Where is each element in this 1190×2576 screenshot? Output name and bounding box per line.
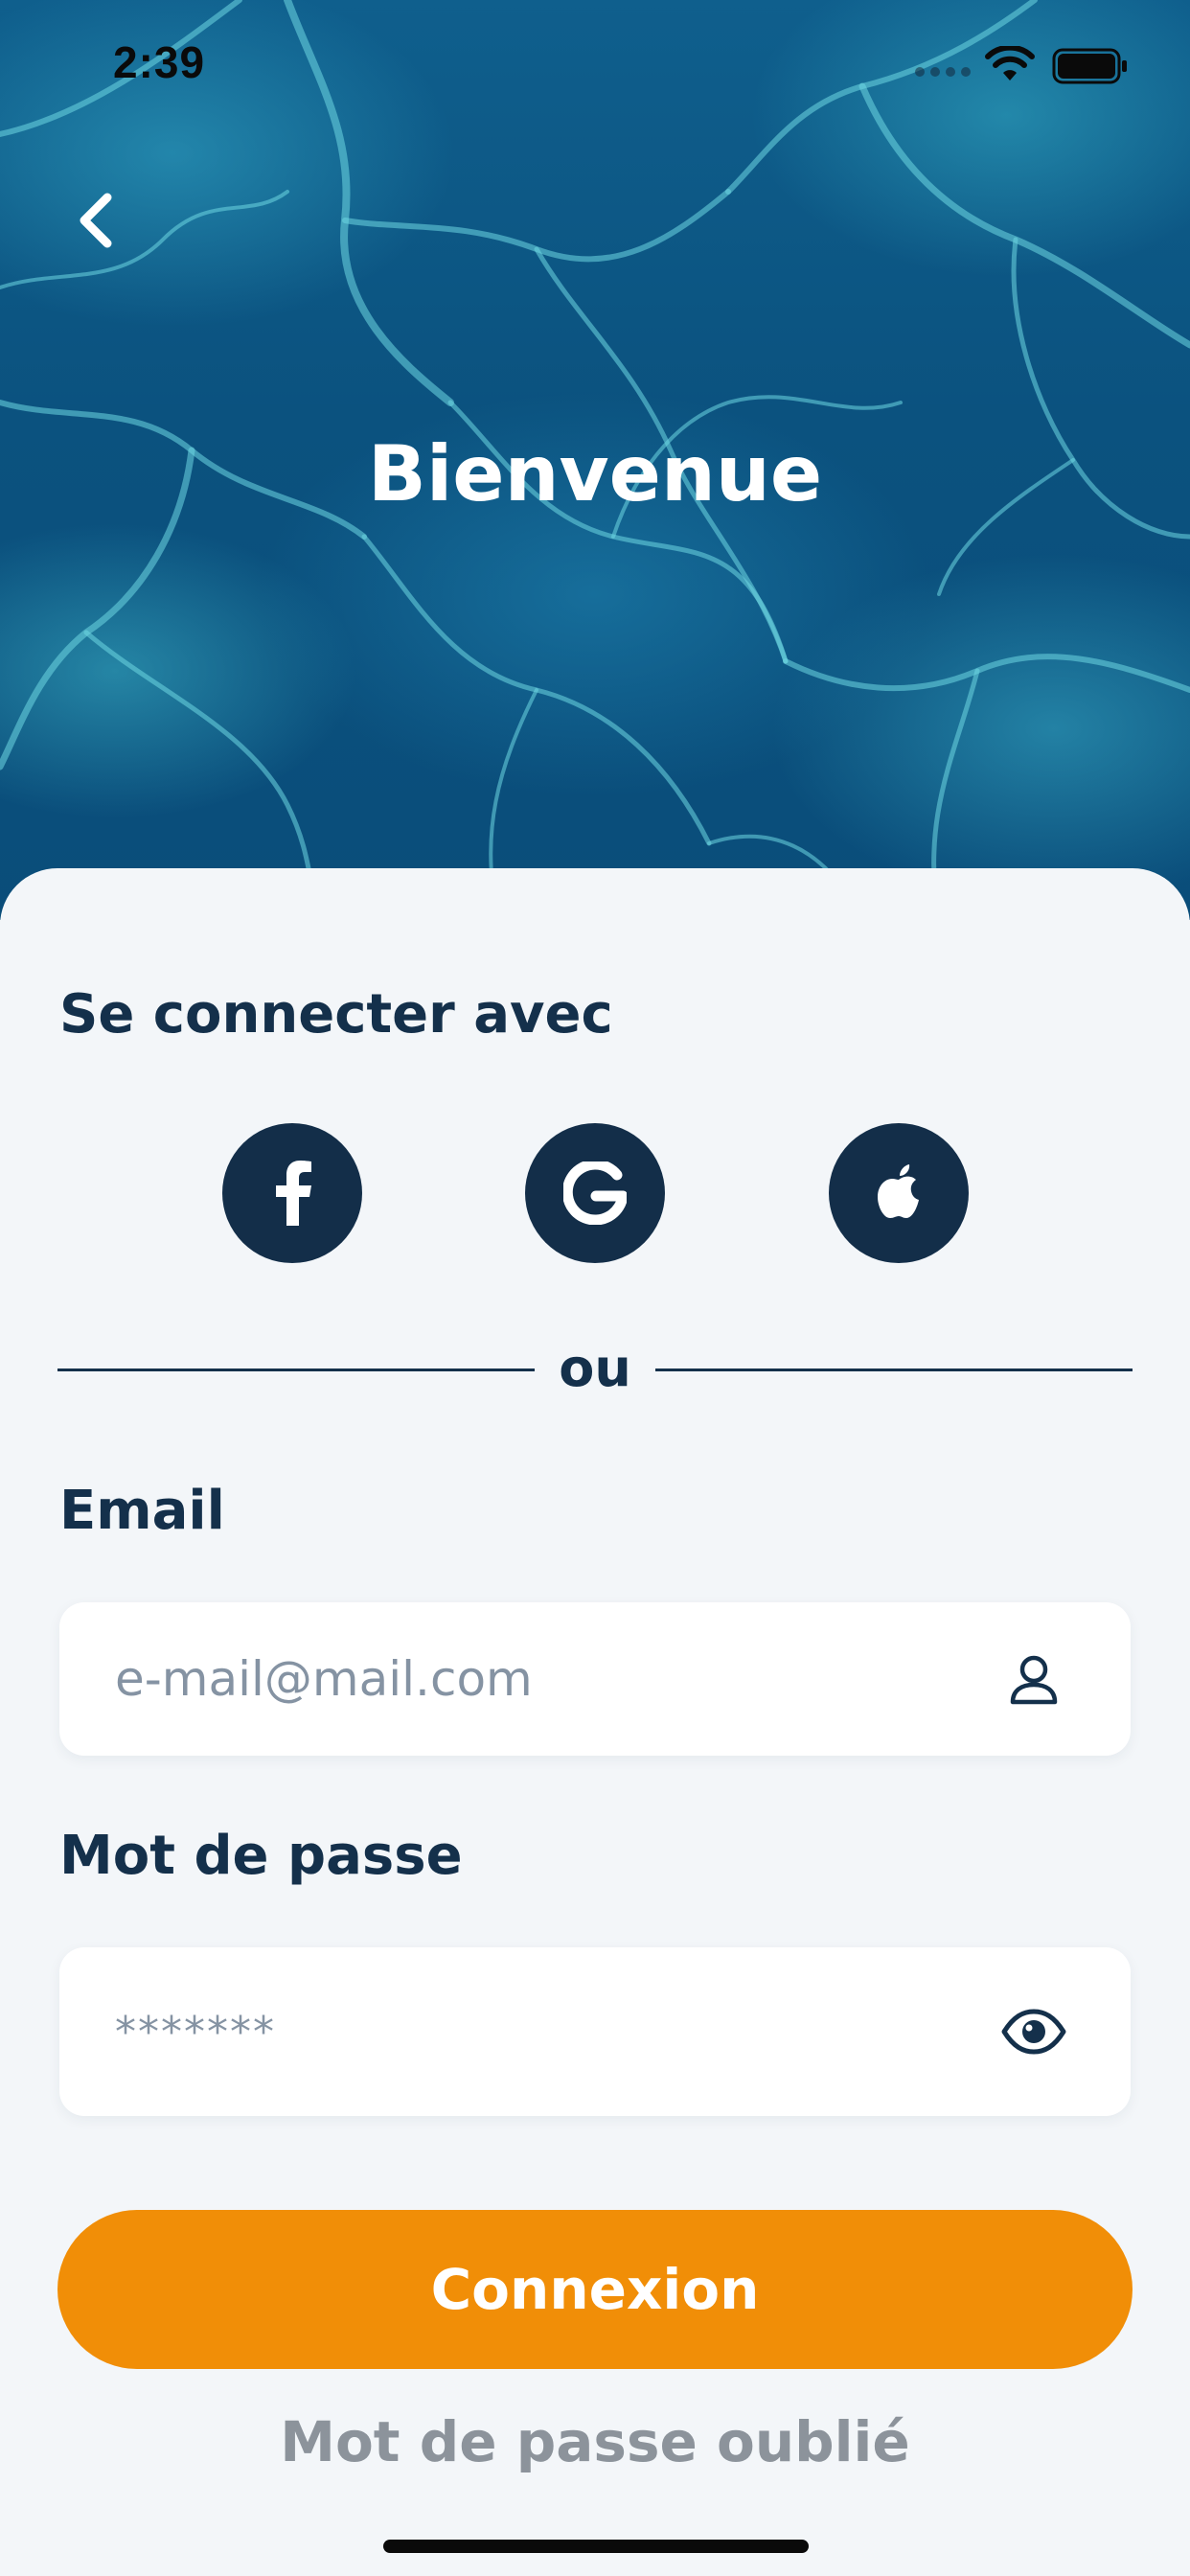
facebook-login-button[interactable]: [222, 1123, 362, 1263]
wifi-icon: [985, 46, 1035, 80]
apple-login-button[interactable]: [829, 1123, 969, 1263]
login-sheet: Se connecter avec ou Email e-mail@mail.c…: [0, 868, 1190, 2576]
divider-text: ou: [559, 1338, 631, 1398]
password-input[interactable]: [115, 1947, 977, 2116]
social-login-buttons: [0, 1123, 1190, 1263]
eye-icon[interactable]: [1000, 1998, 1067, 2065]
user-icon: [1000, 1645, 1067, 1713]
battery-icon: [1052, 48, 1127, 84]
chevron-left-icon: [80, 193, 112, 248]
home-indicator: [383, 2540, 809, 2553]
back-button[interactable]: [57, 182, 134, 259]
facebook-icon: [276, 1161, 311, 1226]
hero-water-background: 2:39 Bienvenue: [0, 0, 1190, 920]
password-label: Mot de passe: [59, 1825, 463, 1887]
login-button[interactable]: Connexion: [57, 2210, 1133, 2369]
apple-icon: [878, 1164, 919, 1218]
email-input[interactable]: [115, 1602, 977, 1756]
google-icon: [563, 1162, 627, 1225]
social-login-title: Se connecter avec: [59, 983, 613, 1046]
cellular-signal-icon: [915, 67, 971, 77]
divider-line-left: [57, 1368, 535, 1371]
divider-line-right: [655, 1368, 1133, 1371]
password-field-container: [59, 1947, 1131, 2116]
google-login-button[interactable]: [525, 1123, 665, 1263]
or-divider: ou: [57, 1338, 1133, 1398]
forgot-password-link[interactable]: Mot de passe oublié: [0, 2409, 1190, 2474]
page-title: Bienvenue: [367, 429, 823, 518]
login-screen: 2:39 Bienvenue Se connecter avec ou Emai…: [0, 0, 1190, 2576]
email-field-container: [59, 1602, 1131, 1756]
email-label: Email: [59, 1480, 225, 1542]
status-time: 2:39: [113, 37, 206, 87]
